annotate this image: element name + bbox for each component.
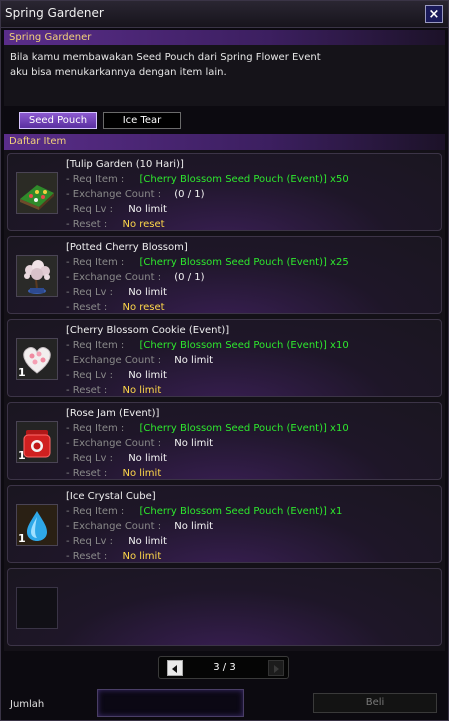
req-item-value: [Cherry Blossom Seed Pouch (Event)] x50 [139,174,349,185]
reset-label: - Reset : [66,302,108,313]
exchange-count-label: - Exchange Count : [66,189,162,200]
req-item-value: [Cherry Blossom Seed Pouch (Event)] x10 [139,340,349,351]
exchange-count-row: - Exchange Count : No limit [66,521,213,532]
req-lv-value: No limit [128,453,167,464]
npc-name-header: Spring Gardener [4,30,445,46]
req-lv-label: - Req Lv : [66,370,114,381]
next-page-button[interactable] [268,660,284,676]
reset-label: - Reset : [66,468,108,479]
req-item-row: - Req Item : [Cherry Blossom Seed Pouch … [66,257,349,268]
reset-value: No limit [122,551,162,562]
item-quantity: 1 [18,449,26,462]
item-name: [Tulip Garden (10 Hari)] [66,159,184,170]
window-title: Spring Gardener [5,6,104,20]
item-quantity: 1 [18,366,26,379]
req-lv-label: - Req Lv : [66,204,114,215]
req-item-label: - Req Item : [66,340,125,351]
item-name: [Ice Crystal Cube] [66,491,156,502]
item-name: [Potted Cherry Blossom] [66,242,188,253]
req-lv-label: - Req Lv : [66,536,114,547]
req-item-row: - Req Item : [Cherry Blossom Seed Pouch … [66,174,349,185]
list-item[interactable]: 1 [Ice Crystal Cube] - Req Item : [Cherr… [7,485,442,563]
req-lv-row: - Req Lv : No limit [66,453,167,464]
reset-label: - Reset : [66,219,108,230]
reset-row: - Reset : No reset [66,302,165,313]
pagination: 3 / 3 [158,656,289,679]
buy-button[interactable]: Beli [313,693,437,713]
req-item-value: [Cherry Blossom Seed Pouch (Event)] x25 [139,257,349,268]
tulip-garden-icon [16,172,58,214]
req-lv-value: No limit [128,536,167,547]
exchange-count-row: - Exchange Count : No limit [66,355,213,366]
req-item-row: - Req Item : [Cherry Blossom Seed Pouch … [66,423,349,434]
reset-row: - Reset : No limit [66,385,161,396]
ice-crystal-cube-icon: 1 [16,504,58,546]
list-item[interactable]: [Tulip Garden (10 Hari)] - Req Item : [C… [7,153,442,231]
req-item-row: - Req Item : [Cherry Blossom Seed Pouch … [66,506,342,517]
req-lv-value: No limit [128,287,167,298]
spring-gardener-window: Spring Gardener × Spring Gardener Bila k… [0,0,449,721]
req-lv-row: - Req Lv : No limit [66,287,167,298]
item-quantity: 1 [18,532,26,545]
list-item[interactable]: 1 [Cherry Blossom Cookie (Event)] - Req … [7,319,442,397]
req-lv-value: No limit [128,370,167,381]
exchange-count-value: No limit [174,438,214,449]
exchange-count-row: - Exchange Count : (0 / 1) [66,189,205,200]
req-lv-row: - Req Lv : No limit [66,536,167,547]
req-lv-value: No limit [128,204,167,215]
cherry-blossom-cookie-icon: 1 [16,338,58,380]
exchange-count-row: - Exchange Count : (0 / 1) [66,272,205,283]
req-lv-label: - Req Lv : [66,287,114,298]
exchange-count-label: - Exchange Count : [66,521,162,532]
empty-list-item [7,568,442,646]
list-item[interactable]: 1 [Rose Jam (Event)] - Req Item : [Cherr… [7,402,442,480]
req-item-row: - Req Item : [Cherry Blossom Seed Pouch … [66,340,349,351]
exchange-count-label: - Exchange Count : [66,355,162,366]
req-item-value: [Cherry Blossom Seed Pouch (Event)] x1 [139,506,343,517]
reset-value: No limit [122,385,162,396]
reset-row: - Reset : No limit [66,551,161,562]
req-item-label: - Req Item : [66,506,125,517]
req-lv-row: - Req Lv : No limit [66,204,167,215]
item-list: [Tulip Garden (10 Hari)] - Req Item : [C… [4,150,445,651]
req-lv-label: - Req Lv : [66,453,114,464]
potted-cherry-blossom-icon [16,255,58,297]
exchange-count-value: (0 / 1) [174,189,205,200]
arrow-right-icon [274,665,279,673]
req-item-label: - Req Item : [66,174,125,185]
exchange-count-row: - Exchange Count : No limit [66,438,213,449]
reset-value: No reset [122,302,165,313]
item-name: [Rose Jam (Event)] [66,408,160,419]
reset-label: - Reset : [66,551,108,562]
close-icon[interactable]: × [425,5,443,23]
dialog-line: aku bisa menukarkannya dengan item lain. [10,67,227,78]
empty-item-slot [16,587,58,629]
quantity-input[interactable] [97,689,244,717]
quantity-label: Jumlah [10,699,45,710]
exchange-count-label: - Exchange Count : [66,272,162,283]
tab-ice-tear[interactable]: Ice Tear [103,112,181,129]
exchange-count-value: (0 / 1) [174,272,205,283]
exchange-count-label: - Exchange Count : [66,438,162,449]
dialog-line: Bila kamu membawakan Seed Pouch dari Spr… [10,52,321,63]
npc-dialog-text: Bila kamu membawakan Seed Pouch dari Spr… [4,45,445,106]
title-bar[interactable]: Spring Gardener × [1,1,448,28]
req-item-label: - Req Item : [66,257,125,268]
item-name: [Cherry Blossom Cookie (Event)] [66,325,230,336]
reset-row: - Reset : No limit [66,468,161,479]
req-item-value: [Cherry Blossom Seed Pouch (Event)] x10 [139,423,349,434]
exchange-count-value: No limit [174,355,214,366]
rose-jam-icon: 1 [16,421,58,463]
exchange-count-value: No limit [174,521,214,532]
req-lv-row: - Req Lv : No limit [66,370,167,381]
reset-row: - Reset : No reset [66,219,165,230]
reset-label: - Reset : [66,385,108,396]
req-item-label: - Req Item : [66,423,125,434]
reset-value: No reset [122,219,165,230]
reset-value: No limit [122,468,162,479]
item-list-header: Daftar Item [4,134,445,150]
list-item[interactable]: [Potted Cherry Blossom] - Req Item : [Ch… [7,236,442,314]
tab-seed-pouch[interactable]: Seed Pouch [19,112,97,129]
